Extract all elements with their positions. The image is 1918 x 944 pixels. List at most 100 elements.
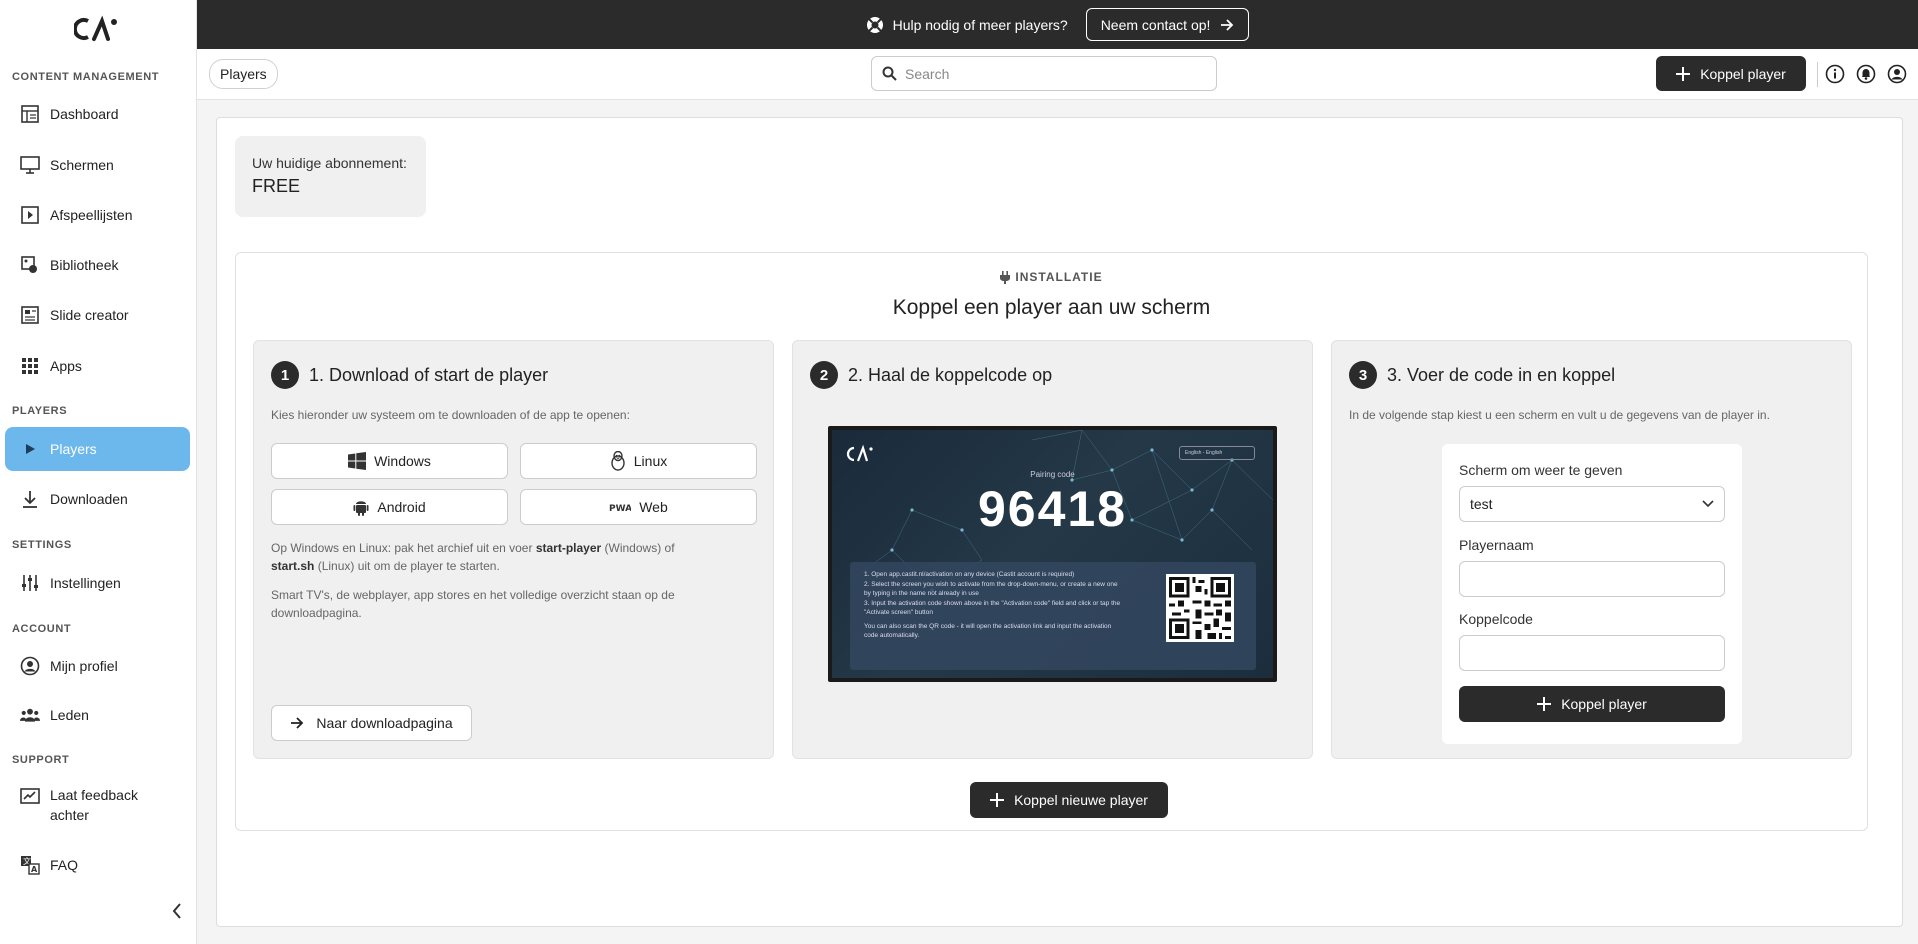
sidebar-item-schermen[interactable]: Schermen [5,143,190,187]
header: Players Koppel player [197,49,1918,100]
sidebar-item-label: Mijn profiel [50,658,118,674]
step-number: 1 [271,361,299,389]
pairing-instructions: 1. Open app.castit.nl/activation on any … [864,570,1124,641]
step-description: In de volgende stap kiest u een scherm e… [1349,408,1770,422]
screen-select-value: test [1470,496,1493,512]
slide-creator-icon [20,305,40,325]
step-title: 1. Download of start de player [309,364,549,385]
sidebar-item-mijn-profiel[interactable]: Mijn profiel [5,644,190,688]
koppel-player-button[interactable]: Koppel player [1656,56,1806,91]
sidebar-item-label: Slide creator [50,307,129,323]
play-icon [20,439,40,459]
playername-label: Playernaam [1459,537,1534,553]
linux-button[interactable]: Linux [520,443,757,479]
sidebar-item-label: Players [50,441,97,457]
step-3-header: 3 3. Voer de code in en koppel [1349,361,1615,389]
sidebar-item-leden[interactable]: Leden [5,693,190,737]
pairing-screen-preview: English - English Pairing code 96418 1. … [828,426,1277,682]
sidebar-item-label: Laat feedback achter [50,787,138,823]
playername-field-wrap [1459,561,1725,597]
sidebar-item-slide-creator[interactable]: Slide creator [5,293,190,337]
qr-note: You can also scan the QR code - it will … [864,622,1112,640]
chevron-down-icon [1702,500,1714,508]
sidebar-item-feedback[interactable]: Laat feedback achter [5,777,190,827]
breadcrumb[interactable]: Players [209,59,278,89]
screen-select[interactable]: test [1459,486,1725,522]
chevron-left-icon [172,903,181,919]
dashboard-icon [20,104,40,124]
sidebar-item-instellingen[interactable]: Instellingen [5,561,190,605]
collapse-sidebar-button[interactable] [166,900,188,922]
sidebar-item-bibliotheek[interactable]: Bibliotheek [5,243,190,287]
sliders-icon [20,573,40,593]
user-circle-icon [1887,64,1907,84]
instruction-2: 2. Select the screen you wish to activat… [864,580,1118,598]
note-text: (Windows) of [601,541,675,555]
windows-icon [348,452,367,470]
web-button[interactable]: PWA Web [520,489,757,525]
header-divider [1817,62,1818,87]
koppel-player-label: Koppel player [1700,65,1786,82]
screen-select-label: Scherm om weer te geven [1459,462,1623,478]
main-card: Uw huidige abonnement: FREE INSTALLATIE … [216,117,1903,927]
account-button[interactable] [1886,63,1908,85]
android-label: Android [377,499,426,515]
info-button[interactable] [1824,63,1846,85]
logo[interactable] [0,0,196,58]
sidebar-item-faq[interactable]: 文A FAQ [5,843,190,887]
koppel-nieuwe-player-button[interactable]: Koppel nieuwe player [970,782,1168,818]
download-page-button[interactable]: Naar downloadpagina [271,705,472,741]
info-icon [1825,64,1845,84]
step-2-card: 2 2. Haal de koppelcode op English - Eng… [792,340,1313,759]
arrow-right-icon [291,717,304,729]
plus-icon [1537,697,1552,711]
notifications-button[interactable] [1855,63,1877,85]
svg-text:A: A [31,865,38,874]
translate-icon: 文A [20,855,40,875]
submit-label: Koppel player [1561,696,1647,712]
sidebar-item-label: Dashboard [50,106,119,122]
contact-button-label: Neem contact op! [1100,16,1211,33]
playlist-icon [20,205,40,225]
help-banner: Hulp nodig of meer players? Neem contact… [197,0,1918,49]
bell-icon [1856,64,1876,84]
sidebar-item-dashboard[interactable]: Dashboard [5,92,190,136]
step-number: 2 [810,361,838,389]
note-text: Op Windows en Linux: pak het archief uit… [271,541,536,555]
note-command: start.sh [271,559,315,573]
step-1-header: 1 1. Download of start de player [271,361,548,389]
linux-tux-icon [611,451,625,471]
sidebar-item-afspeellijsten[interactable]: Afspeellijsten [5,193,190,237]
step-1-card: 1 1. Download of start de player Kies hi… [253,340,774,759]
download-page-label: Naar downloadpagina [316,715,453,731]
pwa-icon: PWA [609,504,631,512]
smart-tv-note: Smart TV's, de webplayer, app stores en … [271,588,675,620]
contact-button[interactable]: Neem contact op! [1085,8,1250,41]
sidebar-item-apps[interactable]: Apps [5,344,190,388]
download-icon [20,489,40,509]
installation-kicker-text: INSTALLATIE [1015,270,1103,284]
android-button[interactable]: Android [271,489,508,525]
note-command: start-player [535,541,602,555]
playername-field[interactable] [1470,571,1714,587]
feedback-icon [20,787,40,807]
pairing-instructions-box: 1. Open app.castit.nl/activation on any … [850,562,1256,670]
search-input[interactable] [905,65,1195,82]
installation-section: INSTALLATIE Koppel een player aan uw sch… [235,252,1868,831]
search-box[interactable] [871,56,1217,91]
windows-button[interactable]: Windows [271,443,508,479]
sidebar-item-players[interactable]: Players [5,427,190,471]
sidebar-item-downloaden[interactable]: Downloaden [5,477,190,521]
subscription-value: FREE [252,176,301,196]
step-description: Kies hieronder uw systeem om te download… [271,408,630,422]
pairing-screen: English - English Pairing code 96418 1. … [832,430,1273,678]
koppel-player-submit-button[interactable]: Koppel player [1459,686,1725,722]
installation-title: Koppel een player aan uw scherm [892,296,1211,319]
web-label: Web [639,499,668,515]
library-icon [20,255,40,275]
plus-icon [990,793,1005,807]
apps-grid-icon [20,356,40,376]
section-account: ACCOUNT [12,623,72,635]
koppelcode-field[interactable] [1470,645,1714,661]
svg-text:PWA: PWA [609,504,631,512]
